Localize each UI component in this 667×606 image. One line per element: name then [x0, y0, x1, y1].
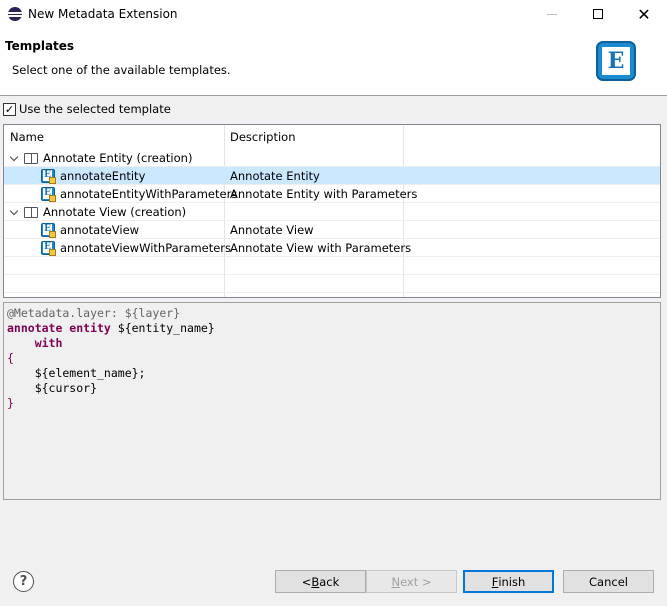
row-description: Annotate View with Parameters: [230, 240, 412, 255]
close-button[interactable]: ✕: [621, 0, 667, 28]
code-line: ${element_name};: [7, 366, 146, 381]
maximize-icon: [593, 9, 603, 19]
template-icon: [41, 241, 56, 256]
code-token: ${cursor}: [7, 381, 98, 395]
column-header-description[interactable]: Description: [224, 125, 404, 149]
table-row-template[interactable]: annotateEntity Annotate Entity: [4, 167, 660, 185]
title-bar: New Metadata Extension ✕: [0, 0, 667, 28]
table-row-empty: [4, 275, 660, 293]
use-template-row[interactable]: ✓ Use the selected template: [3, 102, 171, 116]
use-template-checkbox[interactable]: ✓: [3, 102, 16, 116]
template-name: annotateEntityWithParameters: [60, 186, 238, 201]
button-mnemonic: N: [391, 574, 401, 589]
button-mnemonic: F: [491, 574, 499, 589]
column-header-name[interactable]: Name: [4, 125, 224, 149]
code-line: ${cursor}: [7, 381, 97, 396]
book-icon: [24, 152, 38, 164]
templates-table[interactable]: Name Description Annotate Entity (creati…: [3, 124, 661, 298]
table-row-template[interactable]: annotateView Annotate View: [4, 221, 660, 239]
minimize-icon: [547, 13, 557, 15]
page-title: Templates: [5, 39, 75, 53]
table-row-template[interactable]: annotateViewWithParameters Annotate View…: [4, 239, 660, 257]
next-button[interactable]: Next >: [366, 570, 457, 593]
code-line: @Metadata.layer: ${layer}: [7, 306, 180, 321]
expand-chevron-icon[interactable]: [10, 153, 20, 163]
group-label: Annotate View (creation): [43, 204, 187, 219]
code-line: }: [7, 396, 14, 411]
template-icon: [41, 169, 56, 184]
button-label-rest: ext >: [400, 574, 432, 589]
close-icon: ✕: [637, 4, 651, 24]
code-token: @Metadata.layer: ${layer}: [7, 306, 181, 320]
checkmark-icon: ✓: [4, 102, 15, 116]
use-template-label[interactable]: Use the selected template: [19, 102, 171, 116]
template-preview: @Metadata.layer: ${layer} annotate entit…: [3, 302, 661, 500]
template-name: annotateViewWithParameters: [60, 240, 232, 255]
table-row-template[interactable]: annotateEntityWithParameters Annotate En…: [4, 185, 660, 203]
expand-chevron-icon[interactable]: [10, 207, 20, 217]
wizard-banner: Templates Select one of the available te…: [0, 28, 667, 96]
eclipse-icon: [8, 7, 22, 21]
maximize-button[interactable]: [575, 0, 621, 28]
button-prefix: <: [301, 574, 312, 589]
template-icon: [41, 223, 56, 238]
table-row-group[interactable]: Annotate Entity (creation): [4, 149, 660, 167]
wizard-logo-icon: E: [596, 41, 636, 81]
table-row-empty: [4, 257, 660, 275]
code-line: with: [7, 336, 63, 351]
template-name: annotateView: [60, 222, 140, 237]
code-token: annotate entity: [7, 321, 118, 335]
code-line: {: [7, 351, 14, 366]
logo-letter: E: [602, 47, 630, 75]
help-icon[interactable]: ?: [13, 571, 34, 592]
finish-button[interactable]: Finish: [463, 570, 554, 593]
table-row-group[interactable]: Annotate View (creation): [4, 203, 660, 221]
code-token: ${element_name};: [7, 366, 146, 380]
code-token: ${entity_name}: [117, 321, 215, 335]
template-icon: [41, 187, 56, 202]
book-icon: [24, 206, 38, 218]
template-name: annotateEntity: [60, 168, 146, 183]
button-label-rest: ack: [319, 574, 340, 589]
row-description: Annotate Entity: [230, 168, 320, 183]
code-token: {: [7, 351, 14, 365]
minimize-button[interactable]: [529, 0, 575, 28]
row-description: Annotate Entity with Parameters: [230, 186, 418, 201]
code-token: }: [7, 396, 14, 410]
code-token: with: [7, 336, 63, 350]
page-description: Select one of the available templates.: [12, 63, 231, 77]
code-line: annotate entity ${entity_name}: [7, 321, 215, 336]
back-button[interactable]: < Back: [275, 570, 366, 593]
cancel-button[interactable]: Cancel: [563, 570, 654, 593]
window-title: New Metadata Extension: [28, 7, 178, 21]
button-mnemonic: B: [311, 574, 320, 589]
group-label: Annotate Entity (creation): [43, 150, 193, 165]
row-description: Annotate View: [230, 222, 314, 237]
button-label-rest: inish: [498, 574, 526, 589]
